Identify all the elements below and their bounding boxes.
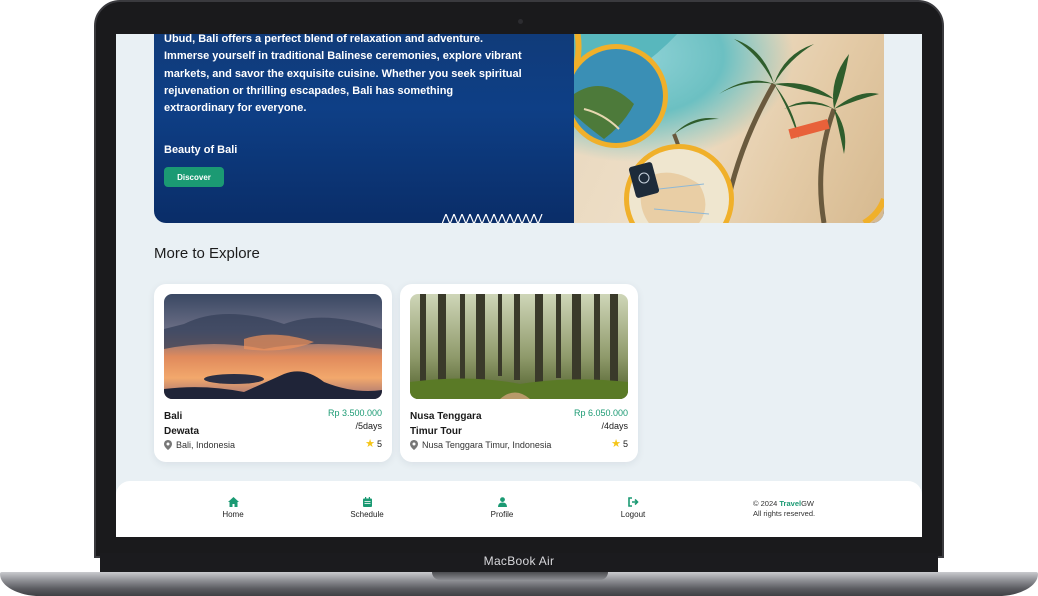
logout-icon	[627, 497, 639, 507]
destination-card[interactable]: Nusa Tenggara Timur Tour Rp 6.050.000 /4…	[400, 284, 638, 462]
card-rating: ★ 5	[611, 437, 628, 450]
card-price: Rp 6.050.000	[573, 408, 628, 418]
camera-icon	[518, 19, 523, 24]
schedule-icon	[362, 497, 372, 507]
destination-card[interactable]: Bali Dewata Rp 3.500.000 /5days Bali, In…	[154, 284, 392, 462]
card-rating-value: 5	[622, 438, 628, 449]
card-image-sunset	[164, 294, 382, 399]
card-location-text: Bali, Indonesia	[176, 440, 236, 450]
card-duration: /4days	[601, 421, 628, 431]
location-pin-icon	[410, 440, 418, 450]
card-duration: /5days	[355, 421, 382, 431]
card-price: Rp 3.500.000	[327, 408, 382, 418]
nav-profile[interactable]: Profile	[462, 497, 542, 519]
device-label: MacBook Air	[483, 554, 555, 568]
profile-icon	[497, 497, 507, 507]
laptop-notch	[432, 572, 608, 580]
discover-button[interactable]: Discover	[164, 167, 224, 187]
star-icon: ★	[611, 438, 621, 450]
hero-paragraph: From the stunning beaches of Kuta to the…	[164, 34, 522, 115]
card-location: Bali, Indonesia	[164, 440, 235, 450]
card-location-text: Nusa Tenggara Timur, Indonesia	[422, 440, 552, 450]
screen: From the stunning beaches of Kuta to the…	[116, 34, 922, 537]
section-title: More to Explore	[154, 245, 260, 262]
card-title: Bali Dewata	[164, 411, 200, 437]
brand-name: Travel	[779, 499, 802, 508]
copyright: © 2024 TravelGW All rights reserved.	[753, 499, 816, 518]
nav-logout[interactable]: Logout	[593, 497, 673, 519]
location-pin-icon	[164, 440, 172, 450]
nav-home[interactable]: Home	[193, 497, 273, 519]
card-title: Nusa Tenggara Timur Tour	[410, 411, 482, 437]
bottom-nav: Home Schedule Profile Logout © 2024 Trav…	[116, 481, 922, 537]
star-icon: ★	[365, 438, 375, 450]
card-rating-value: 5	[376, 438, 382, 449]
hero-beach-image	[574, 34, 884, 223]
card-rating: ★ 5	[365, 437, 382, 450]
hero-banner: From the stunning beaches of Kuta to the…	[154, 34, 884, 223]
card-image-forest	[410, 294, 628, 399]
card-location: Nusa Tenggara Timur, Indonesia	[410, 440, 551, 450]
hero-title: Beauty of Bali	[164, 144, 238, 156]
mountain-scribble-icon	[442, 214, 543, 223]
nav-schedule[interactable]: Schedule	[327, 497, 407, 519]
home-icon	[227, 497, 239, 507]
